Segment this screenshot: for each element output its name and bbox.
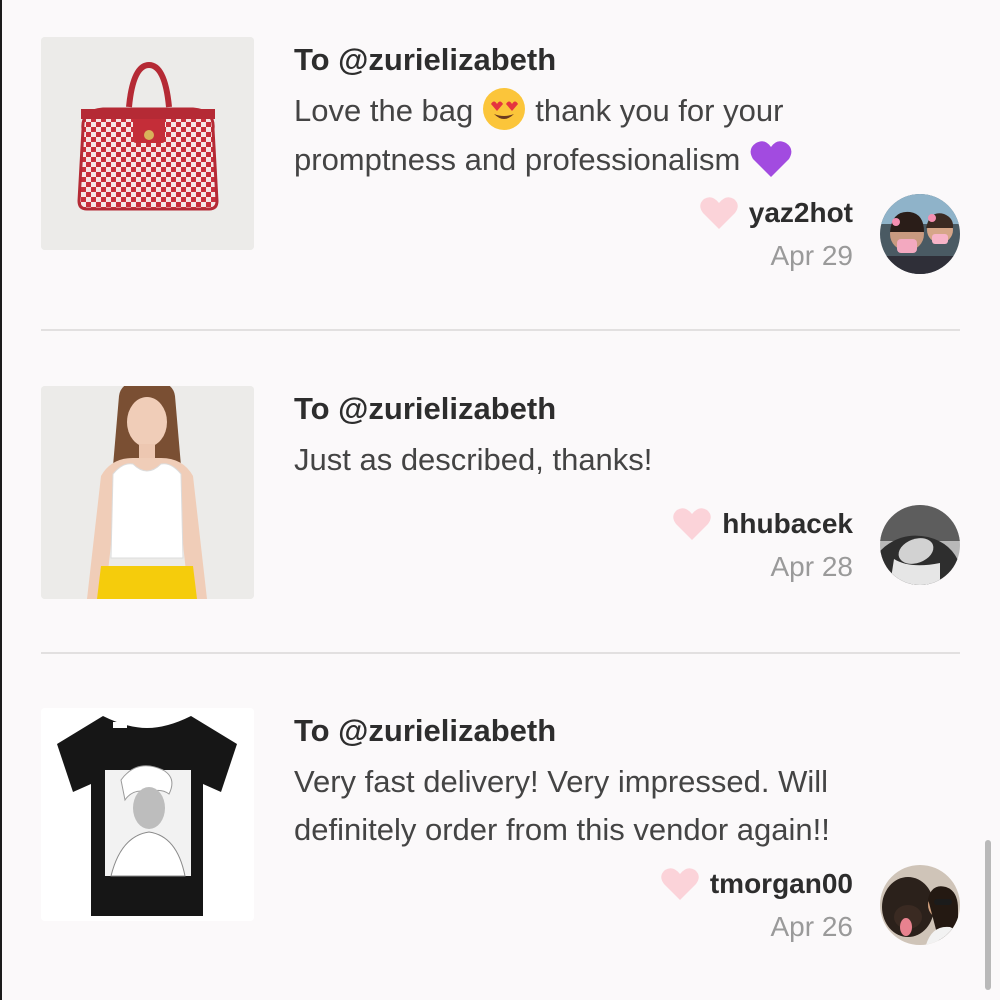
reviewer-username[interactable]: hhubacek [722,508,853,540]
review-date: Apr 29 [770,240,854,271]
divider [41,652,960,654]
product-image-bag[interactable] [41,37,254,250]
heart-icon[interactable] [660,866,700,902]
heart-eyes-emoji-icon [481,86,527,132]
white-crop-top-photo [41,386,254,599]
product-image-tshirt[interactable] [41,708,254,921]
review-card[interactable]: To @zurielizabeth Very fast delivery! Ve… [41,708,960,958]
review-date: Apr 26 [770,911,854,942]
review-recipient: To @zurielizabeth [294,391,557,426]
comment-text-part: Love the bag [294,93,474,128]
reviewer-avatar[interactable] [880,194,960,274]
review-recipient: To @zurielizabeth [294,42,557,77]
purple-heart-emoji-icon [748,135,794,181]
heart-icon[interactable] [672,506,712,542]
review-comment: Love the bag thank you for your promptne… [294,87,934,185]
reviewer-row: tmorgan00 [660,866,853,902]
product-image-top[interactable] [41,386,254,599]
reviewer-username[interactable]: tmorgan00 [710,868,853,900]
reviewer-avatar[interactable] [880,865,960,945]
review-recipient: To @zurielizabeth [294,713,557,748]
review-card[interactable]: To @zurielizabeth Love the bag thank you… [41,37,960,287]
heart-icon[interactable] [699,195,739,231]
review-card[interactable]: To @zurielizabeth Just as described, tha… [41,386,960,606]
red-houndstooth-bag-photo [41,37,254,250]
divider [41,329,960,331]
reviewer-row: hhubacek [672,506,853,542]
reviewer-avatar[interactable] [880,505,960,585]
black-graphic-tshirt-photo [41,708,254,921]
reviewer-username[interactable]: yaz2hot [749,197,853,229]
review-comment: Very fast delivery! Very impressed. Will… [294,764,830,847]
user-avatar-photo [880,194,960,274]
scrollbar[interactable] [985,840,991,990]
review-comment: Just as described, thanks! [294,442,653,477]
user-avatar-photo [880,505,960,585]
user-avatar-photo [880,865,960,945]
window-edge [0,0,2,1000]
review-date: Apr 28 [770,551,854,582]
reviewer-row: yaz2hot [699,195,853,231]
